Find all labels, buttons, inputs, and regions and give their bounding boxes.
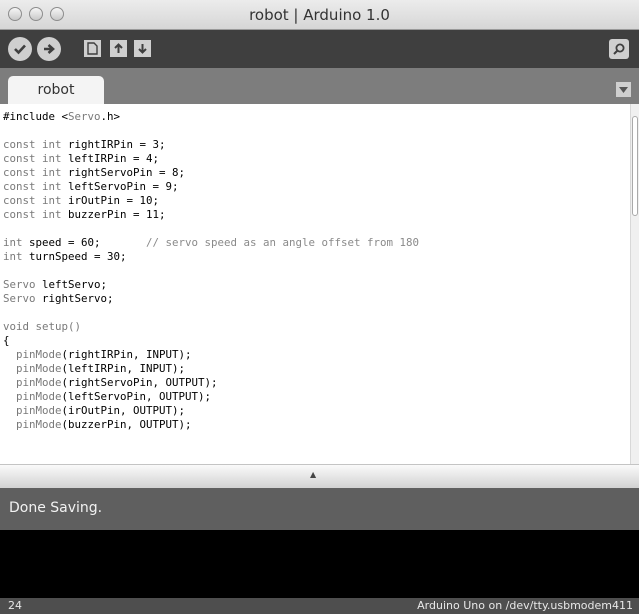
code-token: speed = 60;	[29, 236, 147, 249]
code-comment: // servo speed as an angle offset from 1…	[146, 236, 420, 249]
code-keyword: int	[3, 236, 30, 249]
code-token: .h>	[100, 110, 121, 123]
arrow-right-icon	[44, 44, 55, 54]
window-title: robot | Arduino 1.0	[249, 6, 390, 24]
code-keyword: pinMode	[3, 362, 62, 375]
code-token: buzzerPin = 11;	[68, 208, 166, 221]
code-keyword: void setup()	[3, 320, 82, 333]
code-line: const int rightIRPin = 3;	[3, 138, 419, 152]
code-line: const int irOutPin = 10;	[3, 194, 419, 208]
code-line: const int buzzerPin = 11;	[3, 208, 419, 222]
code-keyword: pinMode	[3, 376, 62, 389]
upload-button[interactable]	[37, 37, 61, 61]
code-token: rightIRPin = 3;	[68, 138, 166, 151]
magnifier-icon	[613, 43, 625, 55]
divider-handle-icon[interactable]: ▲	[310, 470, 316, 479]
code-line: pinMode(irOutPin, OUTPUT);	[3, 404, 419, 418]
code-line: void setup()	[3, 320, 419, 334]
code-text: #include <Servo.h> const int rightIRPin =…	[3, 110, 419, 432]
code-line: const int leftServoPin = 9;	[3, 180, 419, 194]
code-token: rightServoPin = 8;	[68, 166, 186, 179]
code-token: irOutPin = 10;	[68, 194, 160, 207]
save-sketch-button[interactable]	[134, 40, 151, 57]
chevron-down-icon	[619, 86, 628, 93]
code-keyword: const int	[3, 138, 69, 151]
code-line: const int leftIRPin = 4;	[3, 152, 419, 166]
editor-scrollbar[interactable]	[630, 104, 639, 464]
code-token: {	[3, 334, 10, 347]
code-keyword: Servo	[3, 278, 43, 291]
tab-menu-button[interactable]	[616, 82, 631, 97]
code-token: (irOutPin, OUTPUT);	[61, 404, 186, 417]
code-token: turnSpeed = 30;	[29, 250, 127, 263]
tab-robot[interactable]: robot	[8, 76, 104, 104]
footer-bar: 24 Arduino Uno on /dev/tty.usbmodem411	[0, 598, 639, 614]
code-line: pinMode(leftIRPin, INPUT);	[3, 362, 419, 376]
code-line: int speed = 60; // servo speed as an ang…	[3, 236, 419, 250]
code-keyword: const int	[3, 180, 69, 193]
open-sketch-button[interactable]	[110, 40, 127, 57]
code-token: (buzzerPin, OUTPUT);	[61, 418, 192, 431]
code-keyword: const int	[3, 208, 69, 221]
code-token: leftIRPin = 4;	[68, 152, 160, 165]
title-bar: robot | Arduino 1.0	[0, 0, 639, 30]
code-token: #include <	[3, 110, 69, 123]
code-keyword: pinMode	[3, 348, 62, 361]
code-keyword: Servo	[68, 110, 101, 123]
toolbar	[0, 30, 639, 68]
code-token: (leftServoPin, OUTPUT);	[61, 390, 212, 403]
verify-button[interactable]	[8, 37, 32, 61]
code-keyword: const int	[3, 152, 69, 165]
arrow-up-icon	[114, 43, 123, 53]
code-keyword: int	[3, 250, 30, 263]
line-number: 24	[8, 599, 22, 612]
scrollbar-thumb[interactable]	[632, 116, 638, 216]
tab-bar: robot	[0, 68, 639, 104]
code-keyword: pinMode	[3, 404, 62, 417]
status-bar: Done Saving.	[0, 488, 639, 530]
code-keyword: const int	[3, 166, 69, 179]
split-divider[interactable]: ▲	[0, 464, 639, 488]
code-keyword: const int	[3, 194, 69, 207]
code-token: (leftIRPin, INPUT);	[61, 362, 186, 375]
document-icon	[87, 42, 98, 55]
code-editor[interactable]: #include <Servo.h> const int rightIRPin =…	[0, 104, 639, 464]
code-token: (rightIRPin, INPUT);	[61, 348, 192, 361]
code-token: (rightServoPin, OUTPUT);	[61, 376, 218, 389]
board-port-info: Arduino Uno on /dev/tty.usbmodem411	[417, 599, 633, 612]
code-line: {	[3, 334, 419, 348]
code-line: #include <Servo.h>	[3, 110, 419, 124]
code-line: int turnSpeed = 30;	[3, 250, 419, 264]
code-token: rightServo;	[42, 292, 114, 305]
code-line: pinMode(buzzerPin, OUTPUT);	[3, 418, 419, 432]
code-keyword: Servo	[3, 292, 43, 305]
code-token: leftServoPin = 9;	[68, 180, 179, 193]
code-line: Servo leftServo;	[3, 278, 419, 292]
code-line: const int rightServoPin = 8;	[3, 166, 419, 180]
status-message: Done Saving.	[9, 500, 103, 516]
arrow-down-icon	[138, 44, 147, 54]
check-icon	[14, 44, 26, 55]
code-keyword: pinMode	[3, 390, 62, 403]
code-line: pinMode(rightServoPin, OUTPUT);	[3, 376, 419, 390]
code-line: pinMode(leftServoPin, OUTPUT);	[3, 390, 419, 404]
code-line: Servo rightServo;	[3, 292, 419, 306]
code-line: pinMode(rightIRPin, INPUT);	[3, 348, 419, 362]
code-keyword: pinMode	[3, 418, 62, 431]
console-output[interactable]	[0, 530, 639, 598]
new-sketch-button[interactable]	[84, 40, 101, 57]
serial-monitor-button[interactable]	[609, 39, 629, 59]
code-token: leftServo;	[42, 278, 108, 291]
